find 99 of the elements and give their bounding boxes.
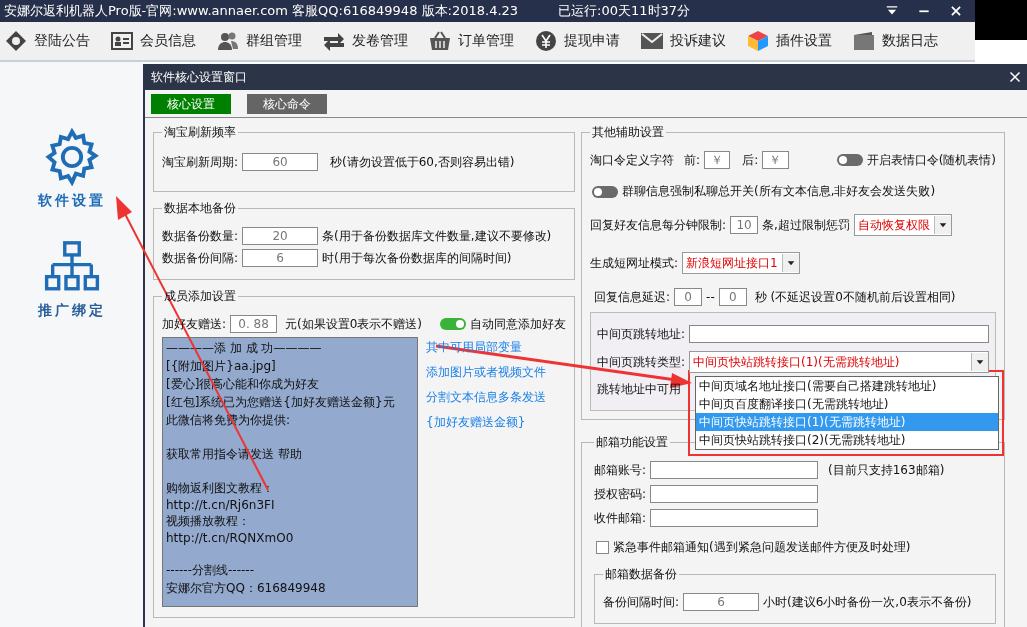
toolbar-button[interactable]: 群组管理 xyxy=(212,23,318,59)
field-label: 数据备份数量: xyxy=(162,227,239,245)
toggle-label: 自动同意添加好友 xyxy=(470,315,566,333)
hint-text: 条(用于备份数据库文件数量,建议不要修改) xyxy=(322,227,552,245)
input-field[interactable] xyxy=(650,509,819,527)
input-field[interactable]: 6 xyxy=(242,249,319,267)
message-line: 获取常用指令请发送 帮助 xyxy=(166,446,303,463)
cube-icon xyxy=(746,29,770,53)
folder-icon xyxy=(852,29,876,53)
input-field[interactable] xyxy=(650,461,819,479)
group-title: 淘宝刷新频率 xyxy=(163,124,237,141)
runtime-text: 已运行:00天11时37分 xyxy=(558,2,691,20)
input-field[interactable]: 20 xyxy=(242,227,319,245)
message-line: 安娜尔官方QQ：616849948 xyxy=(166,580,327,597)
group-title: 其他辅助设置 xyxy=(591,124,665,141)
field-label: 淘宝刷新周期: xyxy=(162,153,239,171)
group-title: 邮箱功能设置 xyxy=(595,434,669,451)
sidebar-item[interactable]: 软件设置 xyxy=(37,128,106,210)
toolbar-button[interactable]: 投诉建议 xyxy=(636,23,742,59)
checkbox[interactable] xyxy=(596,541,609,554)
field-label: 回复信息延迟: xyxy=(594,288,671,306)
dropdown-field[interactable]: 中间页快站跳转接口(1)(无需跳转地址) xyxy=(689,351,989,373)
link[interactable]: 添加图片或者视频文件 xyxy=(426,364,546,381)
link[interactable]: 分割文本信息多条发送 xyxy=(426,389,546,406)
message-line: [{附加图片}aa.jpg] xyxy=(166,358,277,375)
group-title: 邮箱数据备份 xyxy=(604,566,678,583)
toolbar-button[interactable]: 订单管理 xyxy=(424,23,530,59)
hint-text: 元(如果设置0表示不赠送) xyxy=(285,315,422,333)
dropdown-option[interactable]: 中间页域名地址接口(需要自己搭建跳转地址) xyxy=(696,377,998,395)
field-label: 回复好友信息每分钟限制: xyxy=(590,216,727,234)
sidebar-item[interactable]: 推广绑定 xyxy=(37,238,106,320)
message-line: 视频播放教程： xyxy=(166,513,251,530)
field-label: 中间页跳转类型: xyxy=(597,353,686,371)
toolbar-button[interactable]: 发卷管理 xyxy=(318,23,424,59)
message-line: 购物返利图文教程： xyxy=(166,480,275,497)
close-icon[interactable] xyxy=(949,4,963,18)
hint-text: 秒 (不延迟设置0不随机前后设置相同) xyxy=(754,288,956,306)
field-label: 中间页跳转地址: xyxy=(597,325,686,343)
hint-text: (目前只支持163邮箱) xyxy=(828,461,945,479)
input-field[interactable]: 6 xyxy=(683,593,760,611)
toolbar-button[interactable]: 插件设置 xyxy=(742,23,848,59)
announce-icon xyxy=(4,29,28,53)
toggle-switch[interactable] xyxy=(836,154,863,166)
caret-icon xyxy=(787,259,796,267)
field-label: 数据备份间隔: xyxy=(162,249,239,267)
field-label: 淘口令定义字符 xyxy=(590,151,674,169)
message-line: http://t.cn/RQNXmO0 xyxy=(166,531,295,545)
input-field[interactable] xyxy=(650,485,819,503)
caret-icon xyxy=(938,221,947,229)
input-field[interactable] xyxy=(689,325,989,343)
dropdown-field[interactable]: 自动恢复权限 xyxy=(853,214,952,236)
basket-icon xyxy=(428,29,452,53)
field-label: 生成短网址模式: xyxy=(590,254,679,272)
toolbar-button[interactable]: 会员信息 xyxy=(106,23,212,59)
separator-text: -- xyxy=(706,290,715,304)
hint-text: 小时(建议6小时备份一次,0表示不备份) xyxy=(763,593,972,611)
toolbar-button[interactable]: 提现申请 xyxy=(530,23,636,59)
tab[interactable]: 核心设置 xyxy=(151,94,231,114)
dropdown-field[interactable]: 新浪短网址接口1 xyxy=(682,252,801,274)
input-field[interactable]: 0 xyxy=(674,288,703,306)
id-card-icon xyxy=(110,29,134,53)
field-label: 后: xyxy=(742,151,759,169)
toolbar-button[interactable]: 登陆公告 xyxy=(0,23,106,59)
toggle-switch[interactable] xyxy=(592,185,618,198)
checkbox-label: 紧急事件邮箱通知(遇到紧急问题发送邮件方便及时处理) xyxy=(613,539,911,556)
field-label: 邮箱账号: xyxy=(594,461,647,479)
message-line: ————添 加 成 功———— xyxy=(166,340,323,357)
toggle-label: 群聊信息强制私聊总开关(所有文本信息,非好友会发送失败) xyxy=(622,183,936,200)
dropdown-option[interactable]: 中间页快站跳转接口(1)(无需跳转地址) xyxy=(696,413,998,431)
dialog-title: 软件核心设置窗口 xyxy=(151,68,247,86)
hint-text: 秒(请勿设置低于60,否则容易出错) xyxy=(330,153,515,171)
input-field[interactable]: 10 xyxy=(730,216,759,234)
field-label: 前: xyxy=(684,151,701,169)
tab[interactable]: 核心命令 xyxy=(247,94,327,114)
toggle-switch[interactable] xyxy=(440,318,466,330)
field-label: 跳转地址中可用 xyxy=(597,381,681,398)
dropdown-option[interactable]: 中间页百度翻译接口(无需跳转地址) xyxy=(696,395,998,413)
background-area xyxy=(975,0,1027,40)
window-title: 安娜尔返利机器人Pro版-官网:www.annaer.com 客服QQ:616849948 版本:2018.4.23 xyxy=(4,2,519,20)
input-field[interactable]: 60 xyxy=(242,153,319,171)
yen-coin-icon xyxy=(534,29,558,53)
input-field[interactable]: 0 xyxy=(718,288,747,306)
group-title: 数据本地备份 xyxy=(163,200,237,217)
message-line: ------分割线------ xyxy=(166,562,255,579)
link[interactable]: {加好友赠送金额} xyxy=(426,414,546,431)
input-field[interactable]: ￥ xyxy=(704,151,731,169)
close-icon[interactable] xyxy=(1009,71,1021,83)
dropdown-option[interactable]: 中间页快站跳转接口(2)(无需跳转地址) xyxy=(696,431,998,449)
input-field[interactable]: 0. 88 xyxy=(230,315,277,333)
toolbar-button[interactable]: 数据日志 xyxy=(848,23,954,59)
message-line: http://t.cn/Rj6n3FI xyxy=(166,498,276,512)
field-label: 备份间隔时间: xyxy=(603,593,680,611)
hint-text: 时(用于每次备份数据库的间隔时间) xyxy=(322,249,512,267)
toggle-label: 开启表情口令(随机表情) xyxy=(866,151,996,169)
hint-text: 条,超过限制惩罚 xyxy=(762,216,850,234)
field-label: 授权密码: xyxy=(594,485,647,503)
field-label: 收件邮箱: xyxy=(594,509,647,527)
caret-icon xyxy=(976,358,984,366)
input-field[interactable]: ￥ xyxy=(762,151,789,169)
